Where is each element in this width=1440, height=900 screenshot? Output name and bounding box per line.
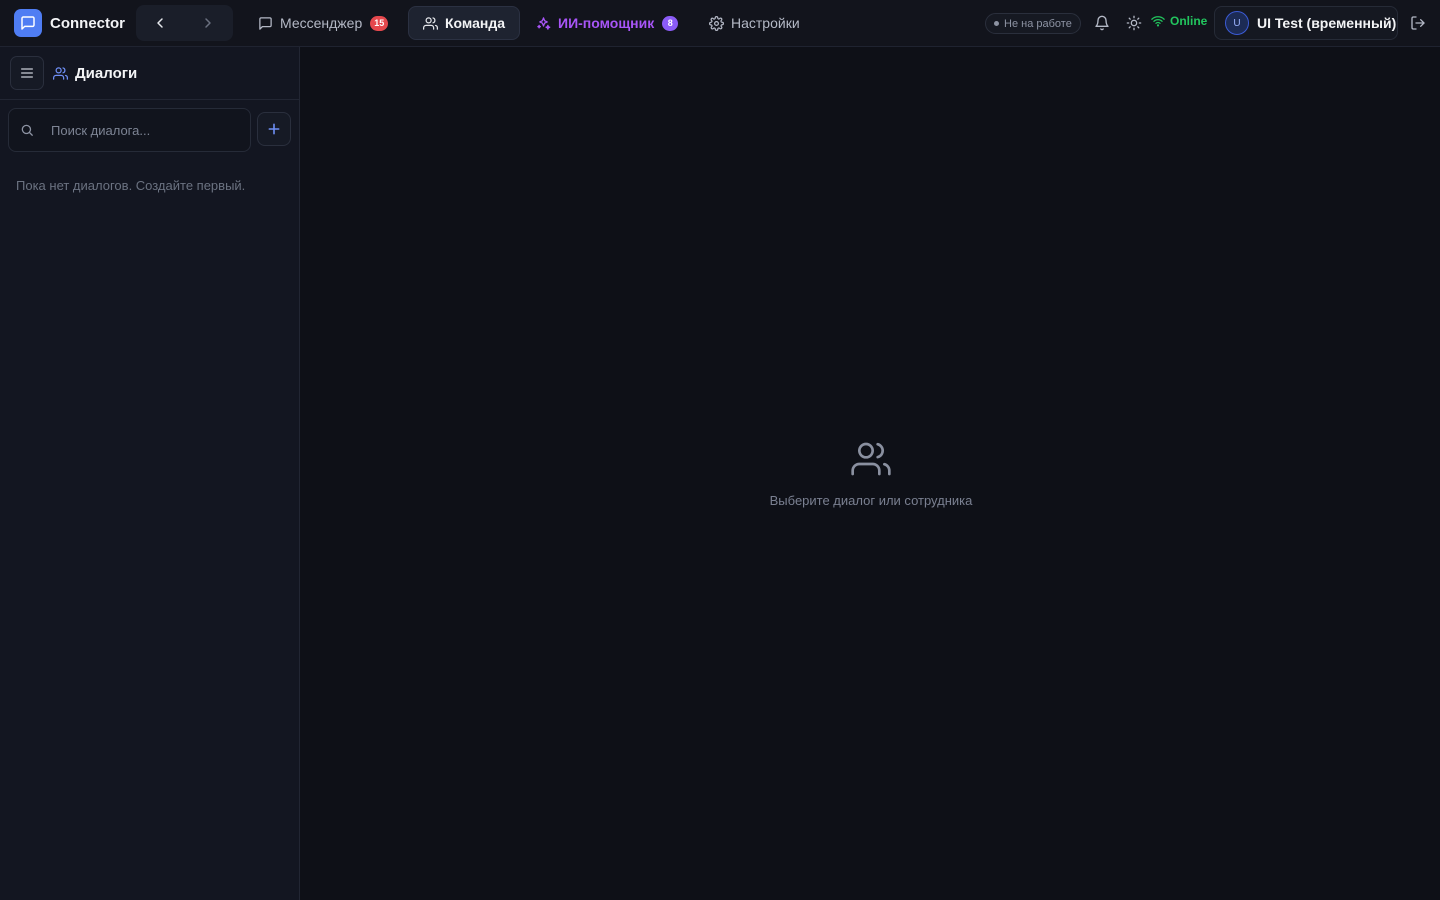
hamburger-icon [21, 68, 33, 78]
dialogs-sidebar: Диалоги Пока нет диалогов. Создайте перв… [0, 47, 300, 900]
empty-state: Выберите диалог или сотрудника [301, 439, 1440, 508]
app-name: Connector [50, 14, 125, 32]
ai-count-badge: 8 [662, 15, 679, 31]
notifications-button[interactable] [1092, 13, 1112, 33]
main-panel: Выберите диалог или сотрудника [301, 47, 1440, 900]
messenger-unread-badge: 15 [370, 15, 389, 31]
users-icon [423, 16, 438, 30]
plus-icon [268, 123, 280, 135]
tab-settings-label: Настройки [731, 15, 800, 31]
history-nav [136, 5, 233, 41]
empty-state-text: Выберите диалог или сотрудника [769, 493, 973, 508]
chevron-right-icon [205, 18, 211, 28]
wifi-icon [1151, 16, 1165, 27]
sidebar-title-text: Диалоги [75, 64, 138, 82]
empty-dialogs-message: Пока нет диалогов. Создайте первый. [16, 178, 246, 193]
tab-ai-assistant[interactable]: ИИ-помощник 8 [522, 6, 692, 40]
users-icon [53, 66, 68, 80]
sidebar-header: Диалоги [0, 47, 299, 100]
tab-ai-label: ИИ-помощник [558, 15, 655, 31]
message-square-icon [259, 16, 272, 30]
chat-logo-icon [14, 9, 42, 37]
avatar: U [1225, 11, 1249, 35]
connection-status: Online [1151, 14, 1207, 28]
search-row [8, 108, 291, 152]
work-status-label: Не на работе [1004, 17, 1072, 30]
sidebar-title: Диалоги [53, 65, 137, 82]
forward-button[interactable] [184, 5, 232, 41]
back-button[interactable] [136, 5, 184, 41]
user-menu[interactable]: U UI Test (временный) [1214, 6, 1398, 40]
tab-team[interactable]: Команда [408, 6, 520, 40]
gear-icon [709, 15, 724, 31]
status-dot [994, 21, 999, 26]
chevron-left-icon [157, 18, 163, 28]
tab-messenger[interactable]: Мессенджер 15 [244, 6, 402, 40]
search-box[interactable] [8, 108, 251, 152]
user-name: UI Test (временный) [1257, 15, 1397, 31]
logout-icon [1411, 16, 1425, 30]
bell-icon [1095, 15, 1109, 31]
search-icon [21, 124, 33, 136]
users-icon [851, 442, 891, 476]
search-input[interactable] [51, 122, 231, 138]
work-status-toggle[interactable]: Не на работе [985, 13, 1081, 34]
logout-button[interactable] [1408, 13, 1428, 33]
sparkles-icon [537, 16, 551, 30]
menu-toggle-button[interactable] [10, 56, 44, 90]
tab-team-label: Команда [445, 15, 505, 31]
top-bar: Connector Мессенджер 15 Команда ИИ-помощ… [0, 0, 1440, 47]
app-brand[interactable]: Connector [14, 9, 125, 37]
new-dialog-button[interactable] [257, 112, 291, 146]
sun-icon [1126, 15, 1142, 31]
tab-messenger-label: Мессенджер [280, 15, 363, 31]
theme-toggle-button[interactable] [1124, 13, 1144, 33]
tab-settings[interactable]: Настройки [695, 6, 814, 40]
connection-label: Online [1170, 14, 1208, 28]
